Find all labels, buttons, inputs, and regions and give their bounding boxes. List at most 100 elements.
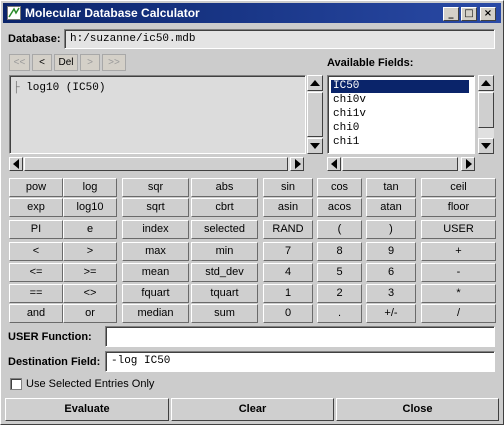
scroll-thumb[interactable]: [478, 92, 494, 128]
scroll-left-icon[interactable]: [327, 157, 341, 171]
formula-hscroll[interactable]: [9, 157, 304, 171]
key-1-button[interactable]: 1: [263, 284, 313, 303]
fields-vscroll[interactable]: [478, 75, 494, 154]
key-lparen-button[interactable]: (: [317, 220, 362, 239]
key-decimal-button[interactable]: .: [317, 304, 362, 323]
key-le-button[interactable]: <=: [9, 263, 63, 282]
key-8-button[interactable]: 8: [317, 242, 362, 261]
key-e-button[interactable]: e: [63, 220, 117, 239]
key-divide-button[interactable]: /: [421, 304, 496, 323]
key-abs-button[interactable]: abs: [191, 178, 258, 197]
key-index-button[interactable]: index: [122, 220, 189, 239]
key-plus-button[interactable]: +: [421, 242, 496, 261]
key-7-button[interactable]: 7: [263, 242, 313, 261]
key-negate-button[interactable]: +/-: [366, 304, 416, 323]
key-tquart-button[interactable]: tquart: [191, 284, 258, 303]
last-entry-button[interactable]: >>: [102, 54, 126, 71]
key-cos-button[interactable]: cos: [317, 178, 362, 197]
scroll-left-icon[interactable]: [9, 157, 23, 171]
scroll-up-icon[interactable]: [307, 75, 323, 91]
key-exp-button[interactable]: exp: [9, 198, 63, 217]
key-eq-button[interactable]: ==: [9, 284, 63, 303]
formula-entry[interactable]: ├ log10 (IC50): [13, 82, 105, 94]
key-cbrt-button[interactable]: cbrt: [191, 198, 258, 217]
destination-field-input[interactable]: -log IC50: [105, 351, 495, 372]
scroll-down-icon[interactable]: [478, 138, 494, 154]
key-lt-button[interactable]: <: [9, 242, 63, 261]
scroll-right-icon[interactable]: [461, 157, 475, 171]
available-fields-list[interactable]: IC50 chi0v chi1v chi0 chi1: [327, 75, 475, 154]
key-minus-button[interactable]: -: [421, 263, 496, 282]
scroll-right-icon[interactable]: [290, 157, 304, 171]
field-item-chi0[interactable]: chi0: [331, 122, 359, 135]
user-function-input[interactable]: [105, 326, 495, 347]
key-std-dev-button[interactable]: std_dev: [191, 263, 258, 282]
database-field[interactable]: h:/suzanne/ic50.mdb: [64, 29, 495, 49]
key-6-button[interactable]: 6: [366, 263, 416, 282]
key-log10-button[interactable]: log10: [63, 198, 117, 217]
clear-button[interactable]: Clear: [171, 398, 334, 421]
key-selected-button[interactable]: selected: [191, 220, 258, 239]
key-5-button[interactable]: 5: [317, 263, 362, 282]
key-rparen-button[interactable]: ): [366, 220, 416, 239]
key-9-button[interactable]: 9: [366, 242, 416, 261]
key-sin-button[interactable]: sin: [263, 178, 313, 197]
key-mean-button[interactable]: mean: [122, 263, 189, 282]
formula-vscroll[interactable]: [307, 75, 323, 154]
key-tan-button[interactable]: tan: [366, 178, 416, 197]
key-or-button[interactable]: or: [63, 304, 117, 323]
scroll-up-icon[interactable]: [478, 75, 494, 91]
user-function-label: USER Function:: [8, 331, 92, 343]
key-ne-button[interactable]: <>: [63, 284, 117, 303]
use-selected-label: Use Selected Entries Only: [26, 378, 155, 390]
key-pow-button[interactable]: pow: [9, 178, 63, 197]
minimize-button[interactable]: _: [443, 7, 459, 21]
key-4-button[interactable]: 4: [263, 263, 313, 282]
maximize-button[interactable]: □: [461, 7, 477, 21]
field-item-ic50[interactable]: IC50: [331, 80, 469, 93]
key-sum-button[interactable]: sum: [191, 304, 258, 323]
scroll-thumb[interactable]: [24, 157, 288, 171]
delete-entry-button[interactable]: Del: [54, 54, 78, 71]
key-min-button[interactable]: min: [191, 242, 258, 261]
key-user-button[interactable]: USER: [421, 220, 496, 239]
close-button[interactable]: Close: [336, 398, 499, 421]
next-entry-button[interactable]: >: [80, 54, 100, 71]
key-sqr-button[interactable]: sqr: [122, 178, 189, 197]
key-median-button[interactable]: median: [122, 304, 189, 323]
key-acos-button[interactable]: acos: [317, 198, 362, 217]
scroll-thumb[interactable]: [307, 92, 323, 137]
scroll-down-icon[interactable]: [307, 138, 323, 154]
close-window-button[interactable]: ×: [480, 7, 496, 21]
key-gt-button[interactable]: >: [63, 242, 117, 261]
first-entry-button[interactable]: <<: [9, 54, 30, 71]
key-fquart-button[interactable]: fquart: [122, 284, 189, 303]
field-item-chi1[interactable]: chi1: [331, 136, 359, 149]
key-0-button[interactable]: 0: [263, 304, 313, 323]
key-sqrt-button[interactable]: sqrt: [122, 198, 189, 217]
field-item-chi0v[interactable]: chi0v: [331, 94, 366, 107]
formula-panel[interactable]: ├ log10 (IC50): [9, 75, 306, 154]
use-selected-checkbox[interactable]: [10, 378, 22, 390]
key-log-button[interactable]: log: [63, 178, 117, 197]
key-times-button[interactable]: *: [421, 284, 496, 303]
key-3-button[interactable]: 3: [366, 284, 416, 303]
key-floor-button[interactable]: floor: [421, 198, 496, 217]
key-and-button[interactable]: and: [9, 304, 63, 323]
key-max-button[interactable]: max: [122, 242, 189, 261]
evaluate-button[interactable]: Evaluate: [5, 398, 169, 421]
key-2-button[interactable]: 2: [317, 284, 362, 303]
title-bar[interactable]: Molecular Database Calculator _ □ ×: [3, 3, 501, 23]
key-pi-button[interactable]: PI: [9, 220, 63, 239]
key-asin-button[interactable]: asin: [263, 198, 313, 217]
fields-hscroll[interactable]: [327, 157, 475, 171]
destination-field-label: Destination Field:: [8, 356, 101, 368]
field-item-chi1v[interactable]: chi1v: [331, 108, 366, 121]
key-atan-button[interactable]: atan: [366, 198, 416, 217]
key-ge-button[interactable]: >=: [63, 263, 117, 282]
key-ceil-button[interactable]: ceil: [421, 178, 496, 197]
key-rand-button[interactable]: RAND: [263, 220, 313, 239]
available-fields-label: Available Fields:: [327, 57, 414, 69]
scroll-thumb[interactable]: [342, 157, 458, 171]
prev-entry-button[interactable]: <: [32, 54, 52, 71]
